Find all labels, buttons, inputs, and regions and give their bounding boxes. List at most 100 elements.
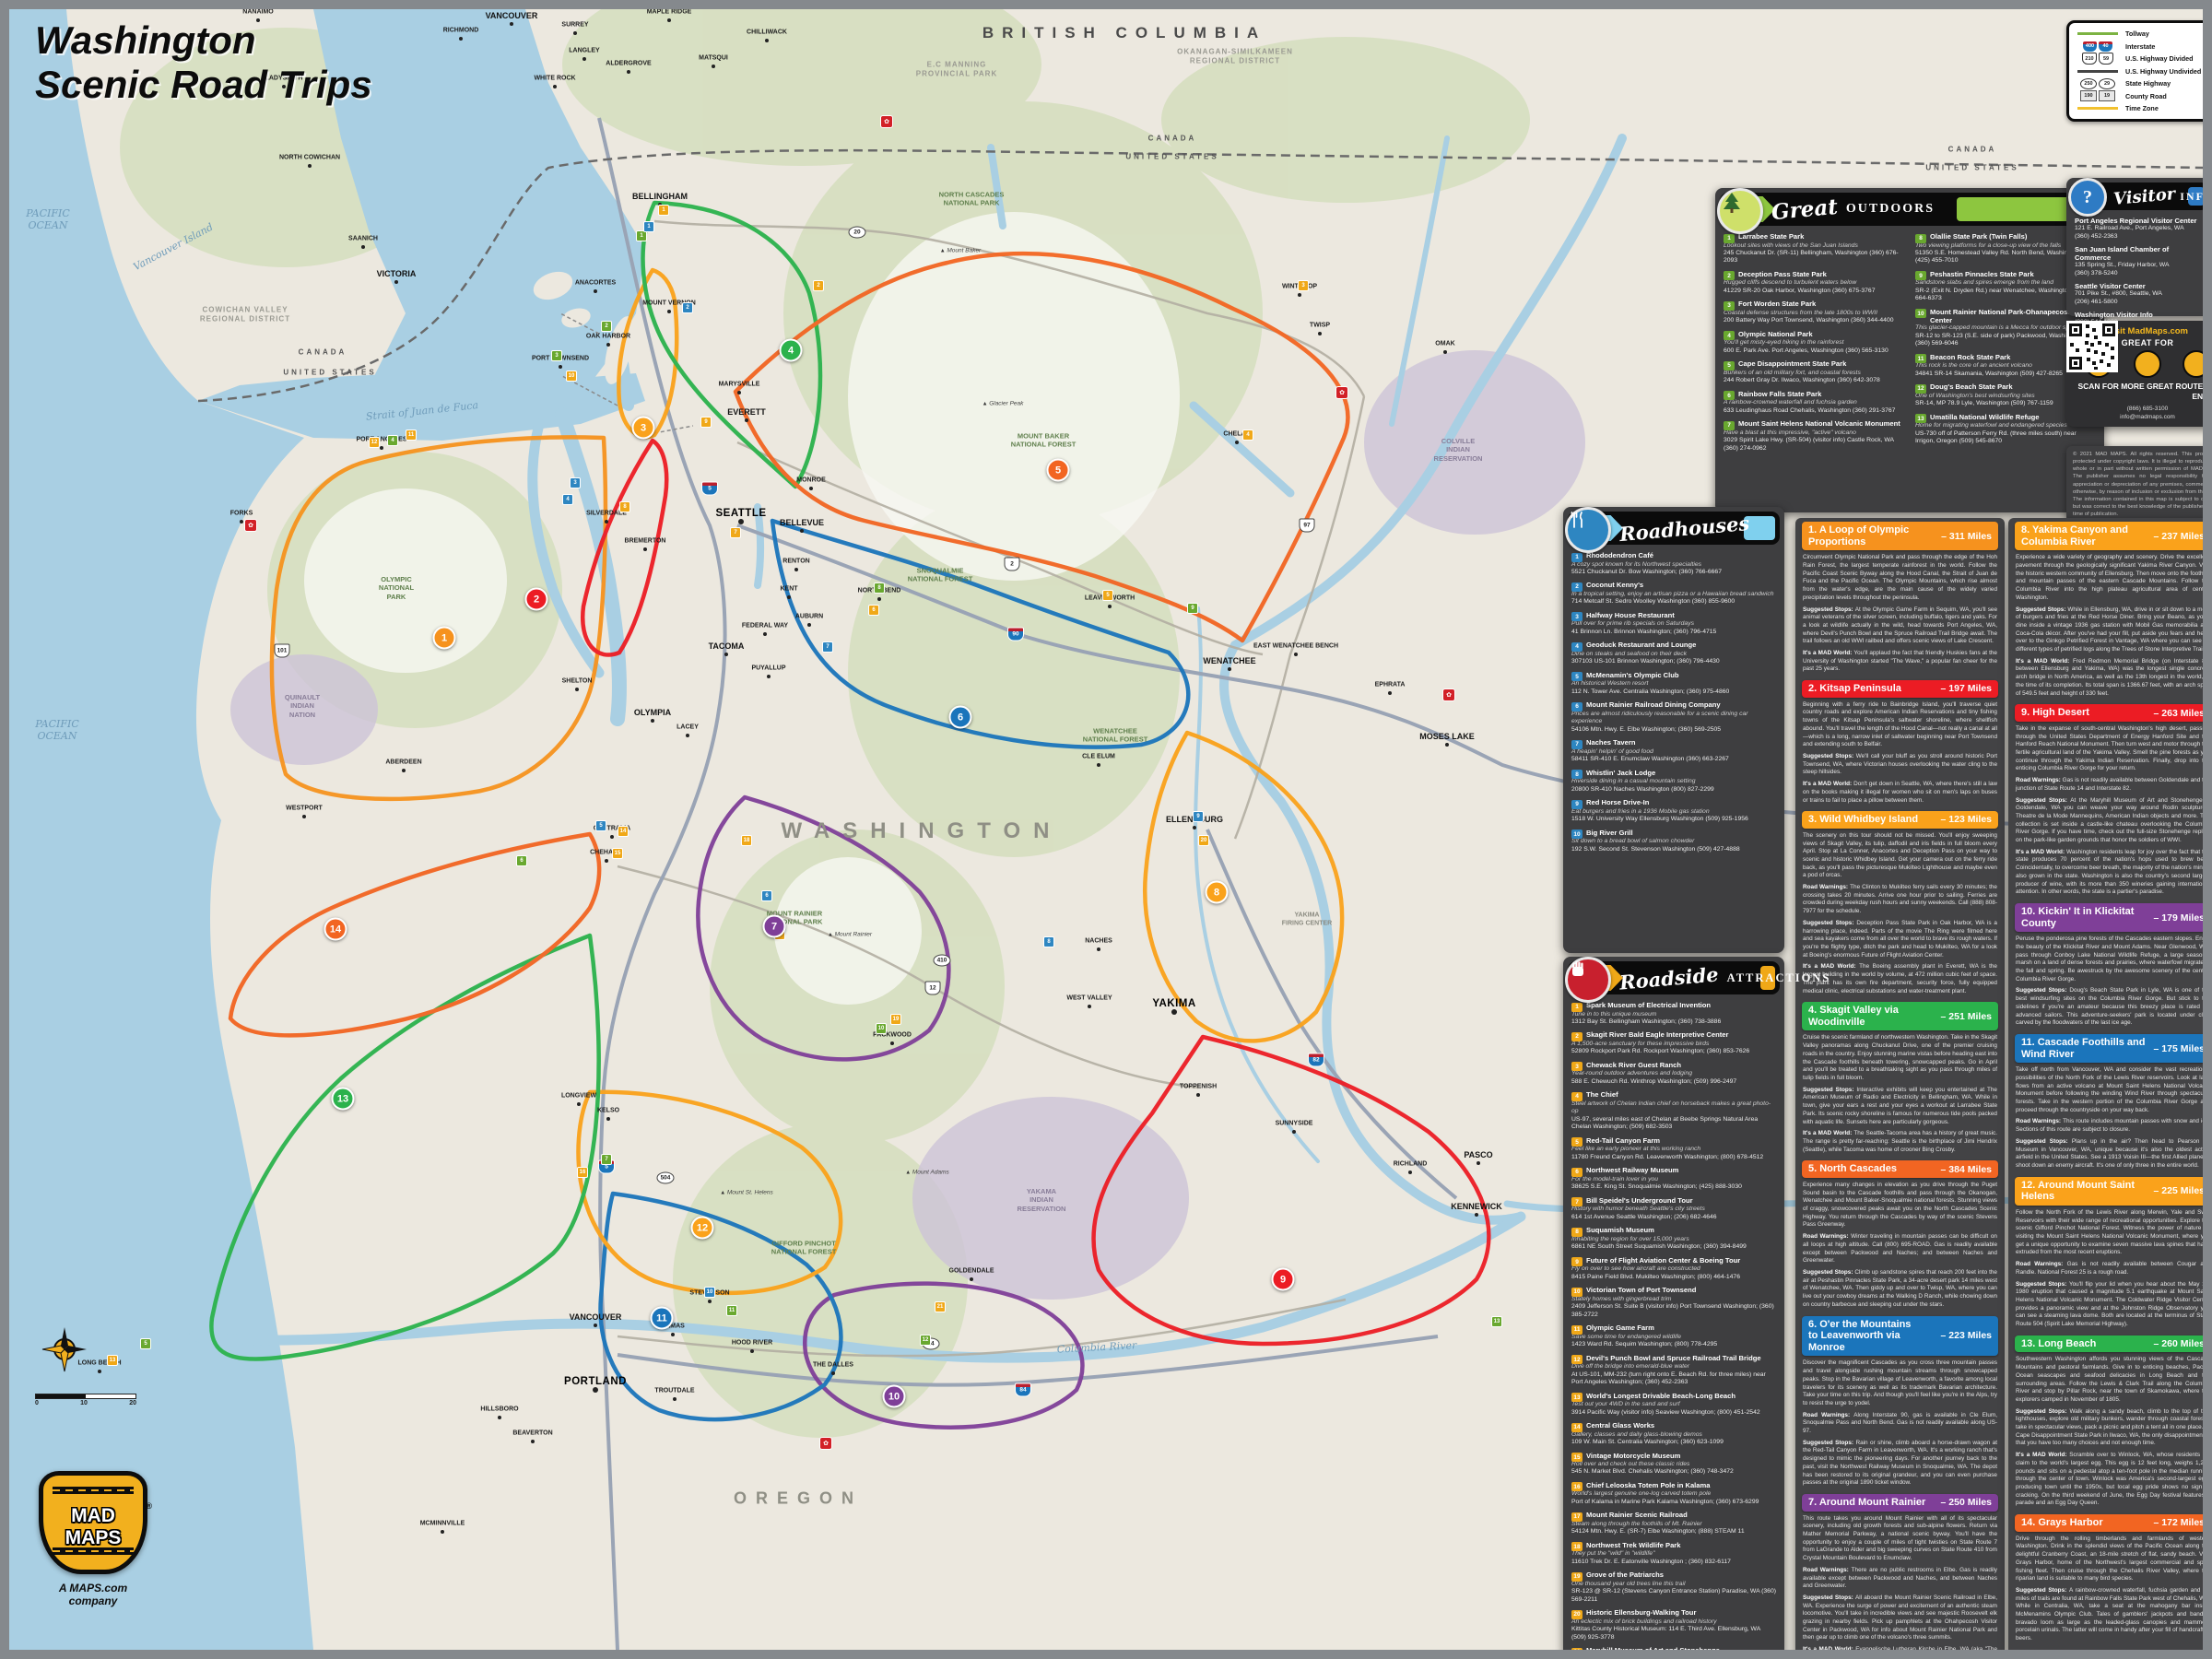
legend-box: Tollway40040Interstate21059U.S. Highway … <box>2066 20 2203 122</box>
item-address: 54124 Mtn. Hwy. E. (SR-7) Elbe Washingto… <box>1571 1528 1776 1535</box>
item-number: 10 <box>1571 830 1583 839</box>
city-dot <box>1443 350 1447 354</box>
route-body: Circumvent Olympic National Park and pas… <box>1802 554 1998 674</box>
city-dot <box>667 18 671 22</box>
city-dot <box>582 57 586 61</box>
map-poi-attraction-marker: 5 <box>1102 590 1113 601</box>
item-address: 41 Brinnon Ln. Brinnon Washington; (360)… <box>1571 629 1776 636</box>
item-line: 135 Spring St., Friday Harbor, WA <box>2075 262 2203 269</box>
route-paragraph: Suggested Stops: At the Olympic Game Far… <box>1803 606 1997 647</box>
city-dot <box>651 719 654 723</box>
item-address: 52809 Rockport Park Rd. Rockport Washing… <box>1571 1048 1776 1055</box>
item-name: Big River Grill <box>1586 829 1633 837</box>
legend-label: U.S. Highway Undivided <box>2125 67 2201 76</box>
route-number-badge: 7 <box>763 915 786 938</box>
route-body: Discover the magnificent Cascades as you… <box>1802 1359 1998 1488</box>
route-paragraph: Suggested Stops: At the Maryhill Museum … <box>2016 797 2203 845</box>
item-address: 20800 SR-410 Naches Washington (800) 827… <box>1571 786 1776 794</box>
item-address: 1312 Bay St. Bellingham Washington; (360… <box>1571 1018 1776 1026</box>
question-mark-icon: ? <box>2068 178 2107 217</box>
route-miles: – 237 Miles <box>2154 531 2203 542</box>
route-paragraph: It's a MAD World: Fred Redmon Memorial B… <box>2016 658 2203 699</box>
us-highway-shield-icon: 101 <box>275 644 290 658</box>
route-miles: – 384 Miles <box>1941 1164 1992 1175</box>
item-number: 13 <box>1915 414 1926 423</box>
route-body: Follow the North Fork of the Lewis River… <box>2015 1209 2203 1329</box>
list-item: 14Central Glass WorksGallery, classes an… <box>1571 1421 1776 1446</box>
item-number: 9 <box>1571 800 1583 809</box>
item-number: 3 <box>1724 301 1735 311</box>
legend-marker-state: 25029 <box>2076 78 2120 89</box>
map-poi-outdoors-marker: 11 <box>726 1305 737 1316</box>
city-dot <box>606 343 610 347</box>
route-name: 14. Grays Harbor <box>2021 1517 2103 1529</box>
city-dot <box>610 835 614 839</box>
item-name: Chief Lelooska Totem Pole in Kalama <box>1586 1481 1710 1489</box>
list-item: 3Fort Worden State ParkCoastal defense s… <box>1724 300 1904 324</box>
city-dot <box>1292 1130 1296 1134</box>
qr-code <box>2066 321 2118 372</box>
item-description: Stately homes with gingerbread trim <box>1571 1296 1776 1303</box>
list-item: 13World's Longest Drivable Beach-Long Be… <box>1571 1392 1776 1417</box>
route-number-badge: 14 <box>324 918 347 941</box>
logo-company-line: A MAPS.com company <box>33 1582 153 1607</box>
visitor-info-header: ? Visitor INFO <box>2071 182 2203 210</box>
list-item: 7Naches TavernA heapin' helpin' of good … <box>1571 738 1776 763</box>
item-number: 2 <box>1571 1032 1583 1041</box>
county-road-box-icon: 190 <box>2080 90 2097 101</box>
route-paragraph: Experience many changes in elevation as … <box>1803 1182 1997 1230</box>
list-item: 4Olympic National ParkYou'll get misty-e… <box>1724 330 1904 355</box>
city-dot <box>1097 763 1100 767</box>
item-description: Lookout sites with views of the San Juan… <box>1724 242 1904 250</box>
city-dot <box>1196 1093 1200 1097</box>
map-poi-attraction-marker: 2 <box>813 280 824 291</box>
item-name: The Chief <box>1586 1090 1618 1099</box>
interstate-shield-icon: 82 <box>1308 1053 1324 1067</box>
item-number: 10 <box>1915 309 1926 318</box>
item-description: Inhabiting the region for over 15,000 ye… <box>1571 1236 1776 1243</box>
item-address: Kittitas County Historical Museum: 114 E… <box>1571 1626 1776 1641</box>
copyright-text: © 2021 MAD MAPS. All rights reserved. Th… <box>2066 446 2203 523</box>
item-name: Peshastin Pinnacles State Park <box>1930 270 2034 278</box>
city-dot <box>605 859 608 863</box>
legend-label: County Road <box>2125 92 2167 100</box>
item-name: Olympic Game Farm <box>1586 1324 1654 1332</box>
map-poi-outdoors-marker: 7 <box>601 1154 612 1165</box>
route-name: 2. Kitsap Peninsula <box>1808 683 1901 695</box>
legend-label: U.S. Highway Divided <box>2125 54 2194 63</box>
item-description: Coastal defense structures from the late… <box>1724 310 1904 317</box>
route-paragraph: It's a MAD World: Don't get down in Seat… <box>1803 781 1997 805</box>
route-descriptions-column-1: 1. A Loop of Olympic Proportions– 311 Mi… <box>1795 518 2005 1650</box>
route-paragraph: It's a MAD World: Evangelische Lutheran … <box>1803 1646 1997 1650</box>
city-dot <box>559 365 562 369</box>
route-header: 4. Skagit Valley via Woodinville– 251 Mi… <box>1802 1002 1998 1030</box>
legend-row: Tollway <box>2076 28 2203 41</box>
city-dot <box>308 164 312 168</box>
item-name: Whistlin' Jack Lodge <box>1586 769 1655 777</box>
us-highway-shield-icon: 97 <box>1300 519 1315 533</box>
item-description: For the model-train lover in you <box>1571 1176 1776 1183</box>
item-name: Coconut Kenny's <box>1586 581 1643 589</box>
city-dot <box>531 1440 535 1443</box>
item-line: (206) 461-5800 <box>2075 299 2203 306</box>
item-number: 16 <box>1571 1482 1583 1491</box>
city-dot <box>593 1387 598 1393</box>
list-item: 5Cape Disappointment State ParkBunkers o… <box>1724 359 1904 384</box>
interstate-shield-icon: 5 <box>701 482 718 496</box>
state-highway-oval-icon: 504 <box>657 1172 675 1184</box>
compass-rose-icon <box>41 1325 88 1373</box>
city-dot <box>787 595 791 599</box>
map-poi-attraction-marker: 4 <box>1242 429 1253 441</box>
legend-label: State Highway <box>2125 79 2171 88</box>
header-caps: ATTRACTIONS <box>1727 971 1831 985</box>
city-dot <box>402 769 406 772</box>
legend-row: 21059U.S. Highway Divided <box>2076 53 2203 65</box>
item-description: World's largest genuine one-log carved t… <box>1571 1490 1776 1498</box>
item-name: Halfway House Restaurant <box>1586 611 1675 619</box>
interstate-shield-icon: 40 <box>2099 41 2112 52</box>
item-description: Bunkers of an old military fort, and coa… <box>1724 370 1904 377</box>
city-dot <box>1235 441 1239 444</box>
city-dot <box>498 1416 501 1419</box>
route-miles: – 223 Miles <box>1941 1330 1992 1341</box>
route-name: 9. High Desert <box>2021 707 2089 719</box>
